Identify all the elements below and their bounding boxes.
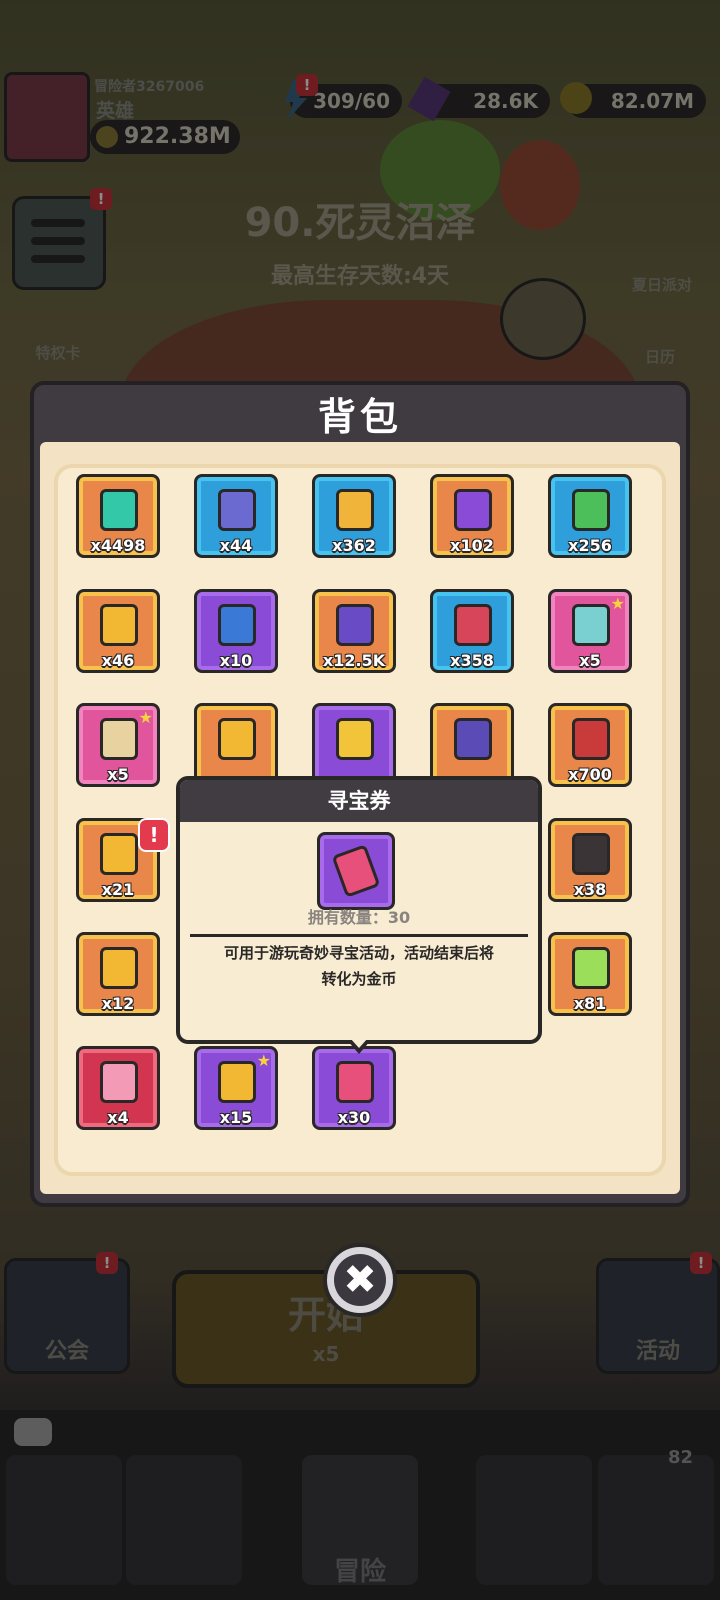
red-book-icon bbox=[454, 604, 492, 646]
inventory-slot[interactable]: x4 bbox=[76, 1046, 160, 1130]
inventory-slot[interactable]: x256 bbox=[548, 474, 632, 558]
item-count: x81 bbox=[573, 994, 607, 1013]
close-icon: ✖ bbox=[334, 1254, 386, 1306]
tooltip-description: 可用于游玩奇妙寻宝活动，活动结束后将 转化为金币 bbox=[180, 940, 538, 992]
golden-chest-icon bbox=[100, 833, 138, 875]
star-icon: ★ bbox=[138, 708, 153, 727]
green-drink-icon bbox=[572, 947, 610, 989]
owned-count: 拥有数量：30 bbox=[307, 908, 411, 927]
inventory-slot[interactable] bbox=[194, 703, 278, 787]
item-count: x5 bbox=[579, 651, 601, 670]
inventory-slot[interactable]: x44 bbox=[194, 474, 278, 558]
tooltip-divider bbox=[190, 934, 528, 937]
item-count: x15 bbox=[219, 1108, 253, 1127]
wizard-hat-icon bbox=[454, 489, 492, 531]
fire-shield-icon bbox=[572, 718, 610, 760]
inventory-slot[interactable]: x700 bbox=[548, 703, 632, 787]
inventory-slot[interactable]: x12.5K bbox=[312, 589, 396, 673]
key-icon bbox=[100, 947, 138, 989]
item-count: x256 bbox=[568, 536, 612, 555]
leaf-book-icon bbox=[572, 489, 610, 531]
treasure-ship-icon bbox=[100, 718, 138, 760]
inventory-slot[interactable]: ★ x15 bbox=[194, 1046, 278, 1130]
item-count: x12 bbox=[101, 994, 135, 1013]
inventory-slot[interactable] bbox=[430, 703, 514, 787]
tooltip-title: 寻宝券 bbox=[180, 780, 538, 822]
rune-book-icon bbox=[454, 718, 492, 760]
inventory-slot[interactable]: x358 bbox=[430, 589, 514, 673]
item-count: x10 bbox=[219, 651, 253, 670]
ticket-blue-icon bbox=[218, 604, 256, 646]
inventory-slot[interactable]: x81 bbox=[548, 932, 632, 1016]
pink-drink-icon bbox=[100, 1061, 138, 1103]
inventory-slot[interactable]: x46 bbox=[76, 589, 160, 673]
item-count: x12.5K bbox=[322, 651, 386, 670]
eye-book-icon bbox=[218, 489, 256, 531]
item-count: x4 bbox=[107, 1108, 129, 1127]
star-icon: ★ bbox=[610, 594, 625, 613]
fish-pet-icon bbox=[572, 604, 610, 646]
treasure-ticket-icon bbox=[331, 844, 381, 898]
inventory-slot[interactable]: x4498 bbox=[76, 474, 160, 558]
tooltip-item-preview bbox=[317, 832, 395, 910]
description-line-1: 可用于游玩奇妙寻宝活动，活动结束后将 bbox=[223, 944, 494, 962]
inventory-slot[interactable]: x10 bbox=[194, 589, 278, 673]
treasure-ticket-icon bbox=[336, 1061, 374, 1103]
item-count: x5 bbox=[107, 765, 129, 784]
item-count: x700 bbox=[568, 765, 612, 784]
tooltip-arrow-fill bbox=[350, 1038, 368, 1048]
dark-hat-icon bbox=[572, 833, 610, 875]
shield-gem-icon bbox=[336, 604, 374, 646]
gem-paw-icon bbox=[100, 489, 138, 531]
item-count: x362 bbox=[332, 536, 376, 555]
paw-badge-icon bbox=[100, 604, 138, 646]
inventory-slot[interactable]: x102 bbox=[430, 474, 514, 558]
inventory-slot[interactable] bbox=[312, 703, 396, 787]
puzzle-icon bbox=[218, 718, 256, 760]
inventory-slot[interactable]: x30 bbox=[312, 1046, 396, 1130]
item-count: x44 bbox=[219, 536, 253, 555]
item-count: x46 bbox=[101, 651, 135, 670]
item-count: x4498 bbox=[90, 536, 146, 555]
item-count: x358 bbox=[450, 651, 494, 670]
item-count: x38 bbox=[573, 880, 607, 899]
modal-title: 背包 bbox=[317, 395, 402, 439]
item-tooltip: 寻宝券 拥有数量：30 可用于游玩奇妙寻宝活动，活动结束后将 转化为金币 bbox=[176, 776, 542, 1044]
description-line-2: 转化为金币 bbox=[321, 970, 397, 988]
chest-alert-badge: ! bbox=[138, 818, 170, 852]
item-count: x30 bbox=[337, 1108, 371, 1127]
helmet-chest-icon bbox=[218, 1061, 256, 1103]
inventory-slot[interactable]: x362 bbox=[312, 474, 396, 558]
item-count: x102 bbox=[450, 536, 494, 555]
gold-skill-book-icon bbox=[336, 489, 374, 531]
item-count: x21 bbox=[101, 880, 135, 899]
ring-icon bbox=[336, 718, 374, 760]
inventory-slot[interactable]: ★ x5 bbox=[76, 703, 160, 787]
star-icon: ★ bbox=[256, 1051, 271, 1070]
inventory-slot[interactable]: x38 bbox=[548, 818, 632, 902]
inventory-slot[interactable]: ★ x5 bbox=[548, 589, 632, 673]
inventory-slot[interactable]: x12 bbox=[76, 932, 160, 1016]
close-button[interactable]: ✖ bbox=[323, 1243, 397, 1317]
